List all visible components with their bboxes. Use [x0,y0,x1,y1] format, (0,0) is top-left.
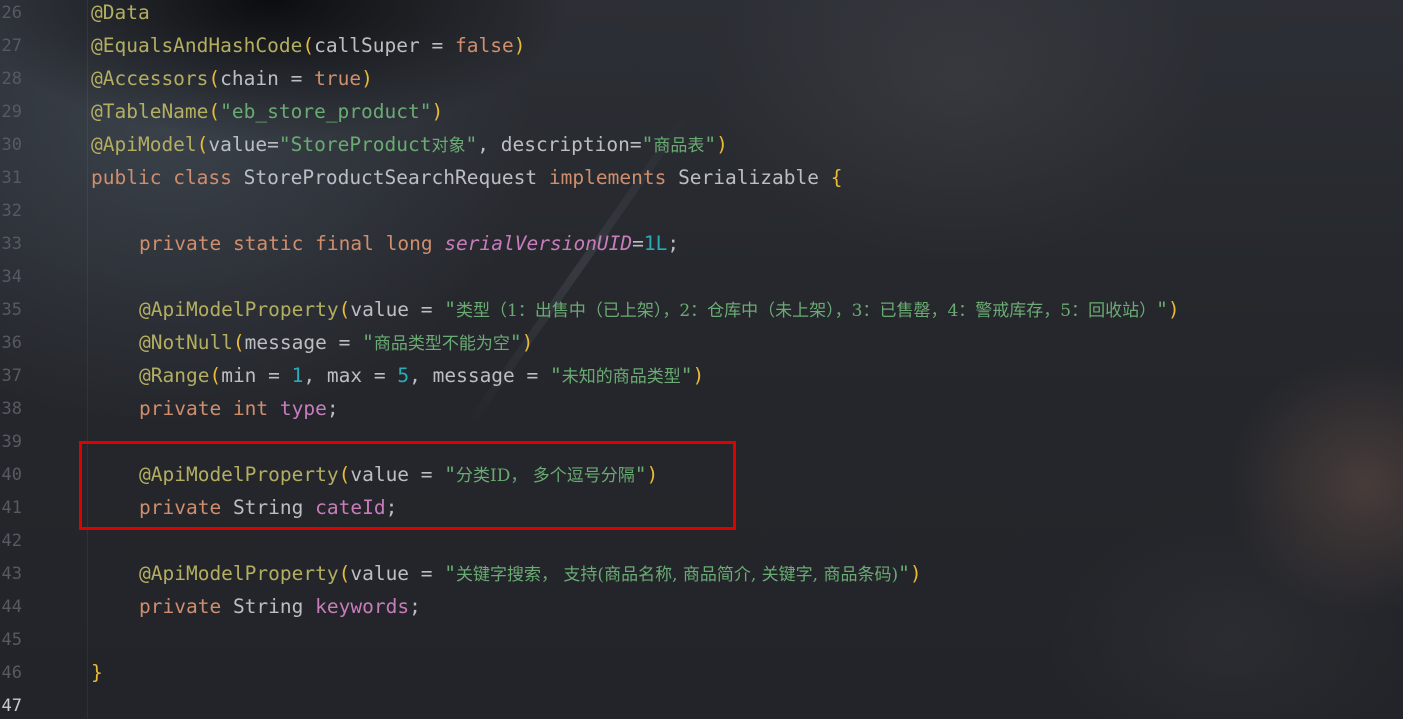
line-content: @EqualsAndHashCode(callSuper = false) [91,34,526,57]
line-number: 40 [1,465,22,485]
line-number: 32 [1,201,22,221]
code-line[interactable]: 28 @Accessors(chain = true) [0,66,1403,99]
code-line[interactable]: 30 @ApiModel(value="StoreProduct对象", des… [0,132,1403,165]
line-content: @Accessors(chain = true) [91,67,373,90]
line-content: @ApiModelProperty(value = "类型（1：出售中（已上架）… [139,298,1180,321]
code-line[interactable]: 45 [0,627,1403,660]
line-number: 35 [1,300,22,320]
code-line[interactable]: 37 @Range(min = 1, max = 5, message = "未… [0,363,1403,396]
code-line[interactable]: 31 public class StoreProductSearchReques… [0,165,1403,198]
line-content: @Range(min = 1, max = 5, message = "未知的商… [139,364,705,387]
line-number: 27 [1,36,22,56]
code-line[interactable]: 43 @ApiModelProperty(value = "关键字搜索， 支持(… [0,561,1403,594]
code-line[interactable]: 42 [0,528,1403,561]
line-number-current: 47 [1,696,22,716]
line-number: 34 [1,267,22,287]
line-content: @Data [91,1,150,24]
line-content: public class StoreProductSearchRequest i… [91,166,843,189]
code-line[interactable]: 33 private static final long serialVersi… [0,231,1403,264]
line-number: 39 [1,432,22,452]
line-content: @TableName("eb_store_product") [91,100,444,123]
code-line[interactable]: 29 @TableName("eb_store_product") [0,99,1403,132]
line-number: 31 [1,168,22,188]
line-number: 37 [1,366,22,386]
code-line[interactable]: 32 [0,198,1403,231]
line-number: 42 [1,531,22,551]
code-line[interactable]: 27 @EqualsAndHashCode(callSuper = false) [0,33,1403,66]
code-line-current[interactable]: 47 [0,693,1403,719]
line-number: 29 [1,102,22,122]
line-number: 36 [1,333,22,353]
line-content: private int type; [139,397,339,420]
code-line[interactable]: 35 @ApiModelProperty(value = "类型（1：出售中（已… [0,297,1403,330]
line-number: 43 [1,564,22,584]
line-number: 41 [1,498,22,518]
code-line[interactable]: 38 private int type; [0,396,1403,429]
line-number: 28 [1,69,22,89]
line-number: 33 [1,234,22,254]
highlight-annotation-box [79,441,736,530]
line-number: 26 [1,3,22,23]
code-line[interactable]: 34 [0,264,1403,297]
line-content: @ApiModelProperty(value = "关键字搜索， 支持(商品名… [139,562,922,585]
line-number: 46 [1,663,22,683]
line-number: 38 [1,399,22,419]
code-line[interactable]: 26 @Data [0,0,1403,33]
line-content: @NotNull(message = "商品类型不能为空") [139,331,534,354]
code-area[interactable]: 26 @Data 27 @EqualsAndHashCode(callSuper… [0,0,1403,719]
code-line[interactable]: 44 private String keywords; [0,594,1403,627]
line-content: @ApiModel(value="StoreProduct对象", descri… [91,133,728,156]
line-content: } [91,661,103,684]
code-line[interactable]: 46 } [0,660,1403,693]
line-content: private String keywords; [139,595,421,618]
code-line[interactable]: 36 @NotNull(message = "商品类型不能为空") [0,330,1403,363]
line-content: private static final long serialVersionU… [139,232,680,255]
line-number: 44 [1,597,22,617]
line-number: 30 [1,135,22,155]
line-number: 45 [1,630,22,650]
